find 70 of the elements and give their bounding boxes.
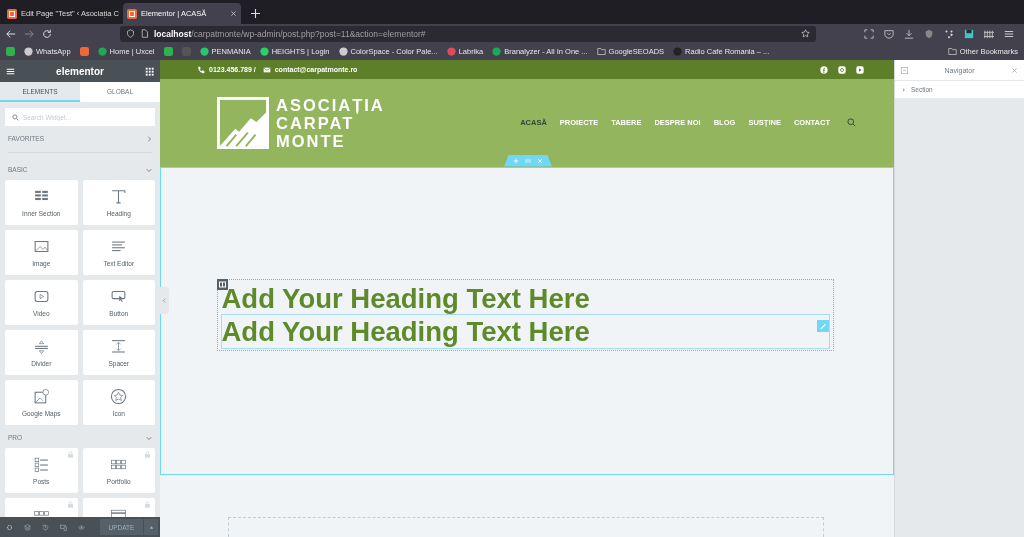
search-icon — [12, 114, 19, 121]
layers-icon[interactable] — [24, 523, 31, 531]
site-favicon-icon — [199, 47, 209, 56]
bookmark-icon[interactable] — [79, 47, 89, 56]
extension-icon[interactable] — [944, 28, 954, 39]
image-icon — [32, 238, 50, 255]
shield-icon[interactable] — [924, 28, 934, 39]
search-icon[interactable] — [847, 118, 856, 128]
divider-icon — [32, 338, 50, 355]
logo-text: CARPAT — [276, 113, 355, 132]
heading-text[interactable]: Add Your Heading Text Here — [221, 314, 829, 348]
address-bar[interactable]: localhost/carpatmonte/wp-admin/post.php?post=11&action=elementor# — [120, 25, 816, 42]
dock-icon[interactable] — [901, 66, 908, 74]
mountain-logo-icon[interactable] — [217, 96, 269, 149]
library-icon[interactable] — [984, 28, 994, 39]
section-handle[interactable] — [504, 154, 552, 167]
youtube-icon[interactable] — [856, 65, 864, 74]
site-favicon-icon — [673, 47, 683, 56]
text-t-icon — [110, 188, 128, 205]
bookmark-icon[interactable] — [6, 47, 15, 56]
bookmark-star-icon[interactable] — [801, 29, 810, 38]
responsive-icon[interactable] — [60, 523, 67, 531]
menu-icon[interactable] — [6, 66, 15, 76]
apps-grid-icon[interactable] — [145, 66, 154, 76]
chevron-left-icon — [162, 298, 167, 303]
logo-text: ASOCIAȚIA — [276, 95, 385, 114]
pointer-icon — [110, 288, 128, 305]
site-favicon-icon — [24, 47, 33, 56]
screenshot-icon[interactable] — [864, 28, 874, 39]
settings-icon[interactable] — [6, 523, 13, 531]
elementor-favicon-icon — [127, 8, 137, 19]
map-icon — [32, 388, 50, 405]
folder-icon — [947, 47, 957, 56]
reload-icon[interactable] — [42, 28, 52, 39]
close-icon[interactable] — [230, 10, 237, 17]
update-options-button[interactable] — [144, 519, 158, 535]
shield-icon — [126, 29, 135, 38]
site-favicon-icon — [492, 47, 502, 56]
drag-handle-icon[interactable] — [525, 157, 531, 164]
folder-icon — [596, 47, 606, 56]
history-icon[interactable] — [42, 523, 49, 531]
site-favicon-icon — [338, 47, 348, 56]
spacer-icon — [110, 338, 128, 355]
page-icon — [140, 29, 149, 38]
elementor-favicon-icon — [7, 8, 17, 19]
menu-icon[interactable] — [1004, 28, 1014, 39]
instagram-icon[interactable] — [838, 65, 846, 74]
heading-text[interactable]: Add Your Heading Text Here — [221, 281, 829, 315]
elementor-logo: elementor — [56, 65, 104, 77]
download-icon[interactable] — [904, 28, 914, 39]
phone-icon — [197, 65, 205, 74]
facebook-icon[interactable] — [820, 65, 828, 74]
logo-text: MONTE — [276, 131, 347, 150]
site-favicon-icon — [446, 47, 456, 56]
back-icon[interactable] — [6, 28, 16, 39]
mail-icon — [262, 65, 271, 74]
chevron-icon — [146, 166, 152, 173]
site-favicon-icon — [259, 47, 269, 56]
play-icon — [32, 288, 50, 305]
pocket-icon[interactable] — [884, 28, 894, 39]
new-tab-icon[interactable] — [251, 9, 260, 18]
site-favicon-icon — [97, 47, 107, 56]
column-handle-icon[interactable] — [216, 278, 228, 290]
save-icon[interactable] — [964, 28, 974, 39]
eye-icon[interactable] — [78, 523, 85, 531]
chevron-icon — [146, 434, 152, 441]
list-icon — [32, 456, 50, 473]
caret-up-icon — [148, 524, 154, 530]
forward-icon[interactable] — [24, 28, 34, 39]
chevron-icon — [146, 135, 152, 142]
